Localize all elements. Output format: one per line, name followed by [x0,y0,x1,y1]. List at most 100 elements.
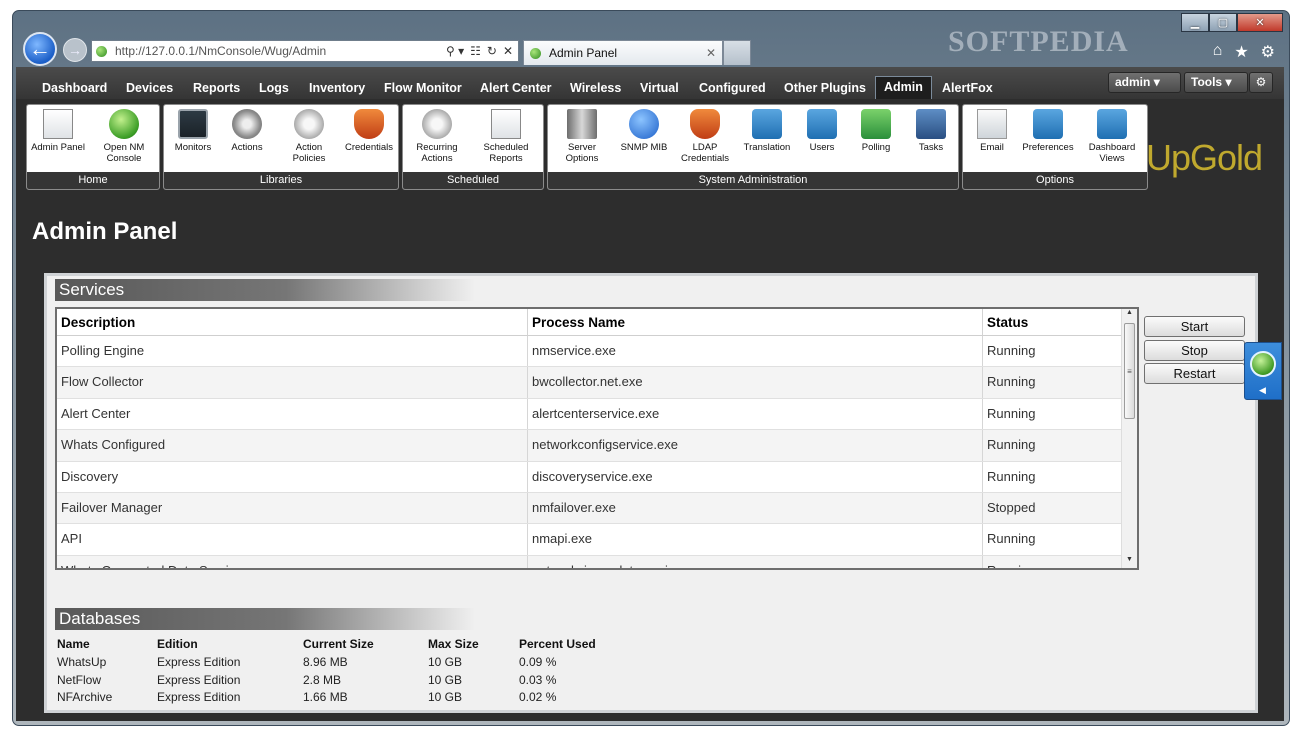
ribbon-label: Open NM Console [103,142,145,164]
magnifier-icon[interactable]: ⚲ ▾ [446,44,464,58]
stop-icon[interactable]: ✕ [503,44,513,58]
address-bar[interactable]: http://127.0.0.1/NmConsole/Wug/Admin ⚲ ▾… [91,40,519,62]
nav-devices[interactable]: Devices [126,81,173,95]
ribbon-server-options-button[interactable]: Server Options [553,109,611,164]
scheduled-reports-icon [491,109,521,139]
tools-menu-button[interactable]: Tools ▾ [1184,72,1248,93]
recurring-actions-icon [422,109,452,139]
browser-tab[interactable]: Admin Panel ✕ [523,40,723,65]
close-button[interactable]: ✕ [1237,13,1283,32]
cell-status: Running [987,531,1036,547]
ribbon-label: Scheduled Reports [483,142,529,164]
table-row[interactable]: API nmapi.exe Running [57,524,1121,556]
stop-button[interactable]: Stop [1144,340,1245,361]
nav-logs[interactable]: Logs [259,81,289,95]
cell-process-name: nmapi.exe [528,524,983,555]
nav-dashboard[interactable]: Dashboard [42,81,107,95]
nav-configured[interactable]: Configured [699,81,766,95]
ribbon-group-scheduled: Recurring Actions Scheduled Reports Sche… [402,104,544,190]
refresh-icon[interactable]: ↻ [487,44,497,58]
cell-process-name: alertcenterservice.exe [528,398,983,430]
ribbon-dashboard-views-button[interactable]: Dashboard Views [1083,109,1141,164]
ribbon-translation-button[interactable]: Translation [738,109,796,153]
db-cell-percent-used: 0.03 % [519,673,557,687]
ribbon-label: Server Options [565,142,599,164]
email-icon [977,109,1007,139]
db-cell-max-size: 10 GB [428,690,463,704]
ribbon-users-button[interactable]: Users [793,109,851,153]
ribbon-action-policies-button[interactable]: Action Policies [280,109,338,164]
ribbon-label: Users [809,142,835,153]
ribbon-polling-button[interactable]: Polling [847,109,905,153]
ribbon-actions-button[interactable]: Actions [218,109,276,153]
admin-content-panel: Services Description Process Name Status… [44,273,1258,713]
ribbon-email-button[interactable]: Email [963,109,1021,153]
whatsup-ball-icon [1250,351,1276,377]
nav-reports[interactable]: Reports [193,81,240,95]
scroll-up-icon[interactable]: ▲ [1122,309,1137,321]
ribbon-label: Actions [231,142,263,153]
home-icon[interactable]: ⌂ [1213,42,1223,62]
table-row[interactable]: Discovery discoveryservice.exe Running [57,461,1121,493]
ribbon-tasks-button[interactable]: Tasks [902,109,958,153]
services-table: Description Process Name Status Polling … [55,307,1139,570]
tools-label: Tools [1191,75,1223,89]
ribbon-recurring-actions-button[interactable]: Recurring Actions [408,109,466,164]
ribbon-scheduled-reports-button[interactable]: Scheduled Reports [477,109,535,164]
tasks-icon [916,109,946,139]
minimize-button[interactable]: ▁ [1181,13,1209,32]
ribbon-label: Credentials [344,142,394,153]
scroll-thumb[interactable]: ≡ [1124,323,1135,419]
table-row[interactable]: Whats Connected Data Service networkview… [57,555,1121,568]
ribbon-label: Recurring Actions [416,142,458,164]
tab-close-icon[interactable]: ✕ [706,46,722,60]
ribbon-admin-panel-button[interactable]: Admin Panel [29,109,87,153]
new-tab-button[interactable] [723,40,751,65]
nav-other-plugins[interactable]: Other Plugins [784,81,866,95]
table-row[interactable]: Polling Engine nmservice.exe Running [57,336,1121,368]
side-widget-tab[interactable]: ◀ [1244,342,1282,400]
ribbon-snmp-mib-button[interactable]: SNMP MIB [615,109,673,153]
table-row[interactable]: Flow Collector bwcollector.net.exe Runni… [57,367,1121,399]
site-icon [96,45,107,57]
ribbon-preferences-button[interactable]: Preferences [1019,109,1077,153]
user-name: admin [1115,75,1151,89]
nav-flow-monitor[interactable]: Flow Monitor [384,81,462,95]
table-row[interactable]: Alert Center alertcenterservice.exe Runn… [57,398,1121,431]
nav-virtual[interactable]: Virtual [640,81,679,95]
nav-wireless[interactable]: Wireless [570,81,621,95]
ribbon-monitors-button[interactable]: Monitors [164,109,222,153]
nav-admin[interactable]: Admin [875,76,932,99]
compat-icon[interactable]: ☷ [470,44,481,58]
back-button[interactable]: ← [23,32,57,66]
gear-icon[interactable]: ⚙ [1261,42,1275,62]
nav-inventory[interactable]: Inventory [309,81,365,95]
ribbon-label: Polling [861,142,891,153]
table-scrollbar[interactable]: ▲ ≡ ▼ [1121,309,1137,568]
scroll-down-icon[interactable]: ▼ [1122,556,1137,568]
dashboard-views-icon [1097,109,1127,139]
actions-gear-icon [232,109,262,139]
table-row[interactable]: Whats Configured networkconfigservice.ex… [57,430,1121,462]
settings-button[interactable]: ⚙ [1249,72,1273,93]
ribbon-label: Translation [743,142,791,153]
column-header-status[interactable]: Status [983,309,1121,336]
nav-alert-center[interactable]: Alert Center [480,81,552,95]
ribbon-label: LDAP Credentials [680,142,730,164]
ribbon-credentials-button[interactable]: Credentials [340,109,398,153]
ribbon-open-nm-console-button[interactable]: Open NM Console [95,109,153,164]
start-button[interactable]: Start [1144,316,1245,337]
user-menu-button[interactable]: admin ▾ [1108,72,1181,93]
restart-button[interactable]: Restart [1144,363,1245,384]
column-header-description[interactable]: Description [57,309,528,336]
table-row[interactable]: Failover Manager nmfailover.exe Stopped [57,493,1121,525]
forward-button[interactable]: → [63,38,87,62]
nav-alertfox[interactable]: AlertFox [942,81,993,95]
favorites-icon[interactable]: ★ [1234,42,1248,62]
maximize-button[interactable]: ▢ [1209,13,1237,32]
cell-status: Running [987,405,1036,421]
db-cell-name: NFArchive [57,690,113,704]
ribbon-ldap-credentials-button[interactable]: LDAP Credentials [676,109,734,164]
arrow-right-icon: → [68,42,82,58]
column-header-process-name[interactable]: Process Name [528,309,983,336]
